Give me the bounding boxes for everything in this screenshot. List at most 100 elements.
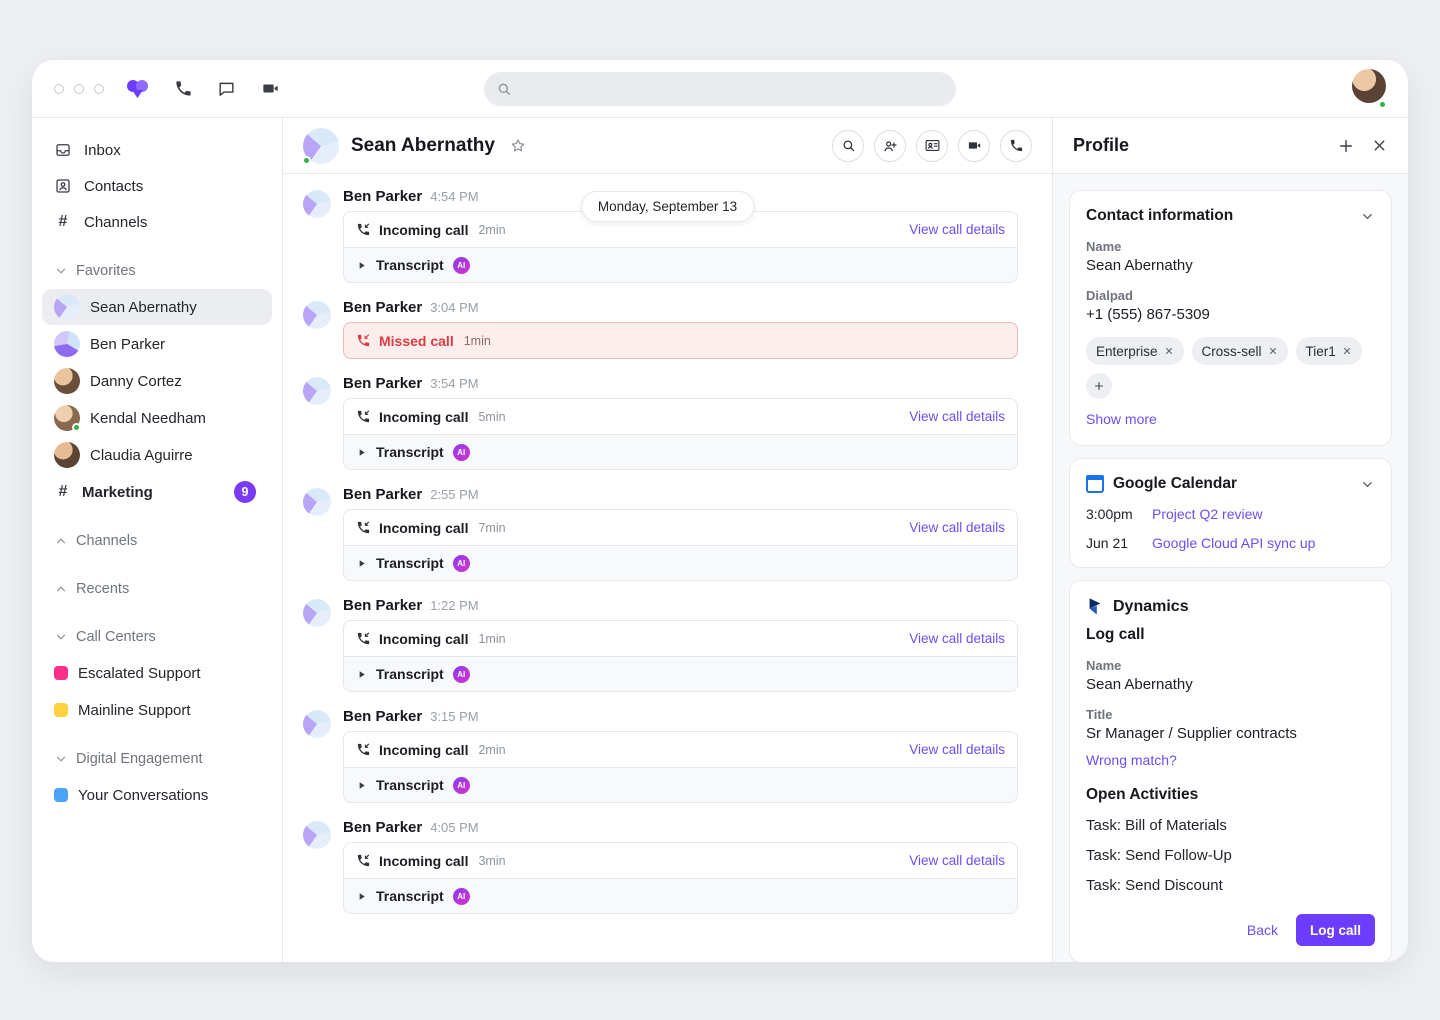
plus-icon [1337,137,1355,155]
incoming-call-icon [356,853,371,868]
tag: Tier1 [1296,337,1362,365]
favorite-label: Danny Cortez [90,373,182,390]
window-controls[interactable] [54,84,104,94]
favorite-label: Kendal Needham [90,410,206,427]
search-input[interactable] [520,81,944,97]
transcript-row[interactable]: Transcript AI [344,767,1017,802]
ai-icon: AI [453,777,470,794]
add-tag-button[interactable] [1086,373,1112,399]
view-call-details-link[interactable]: View call details [909,631,1005,646]
call-type: Incoming call [379,520,468,536]
sidebar-item-channels[interactable]: # Channels [32,204,282,240]
call-card: Incoming call 5min View call details Tra… [343,398,1018,470]
section-call-centers[interactable]: Call Centers [32,620,282,654]
user-avatar[interactable] [1352,69,1386,108]
back-link[interactable]: Back [1247,922,1278,938]
global-search[interactable] [484,72,956,106]
call-button[interactable] [1000,130,1032,162]
remove-tag-icon[interactable] [1342,346,1352,356]
google-calendar-card: Google Calendar 3:00pm Project Q2 review… [1069,458,1392,568]
avatar [54,368,80,394]
event-link[interactable]: Project Q2 review [1152,506,1262,522]
sidebar-item-contacts[interactable]: Contacts [32,168,282,204]
wrong-match-link[interactable]: Wrong match? [1086,752,1177,768]
favorite-star-icon[interactable] [509,137,527,155]
transcript-row[interactable]: Transcript AI [344,247,1017,282]
dynamics-name: Sean Abernathy [1086,676,1375,693]
window-dot[interactable] [54,84,64,94]
chat-icon[interactable] [217,79,236,98]
google-calendar-icon [1086,475,1104,493]
sidebar-item-marketing[interactable]: # Marketing 9 [42,474,272,510]
add-person-button[interactable] [874,130,906,162]
call-type: Incoming call [379,742,468,758]
sender-name: Ben Parker [343,188,422,205]
play-icon [356,447,367,458]
sidebar-item-ben-parker[interactable]: Ben Parker [42,326,272,362]
tag: Enterprise [1086,337,1184,365]
transcript-row[interactable]: Transcript AI [344,878,1017,913]
contact-card-button[interactable] [916,130,948,162]
view-call-details-link[interactable]: View call details [909,222,1005,237]
sidebar: Inbox Contacts # Channels Favorites Sean… [32,118,283,962]
sidebar-item-mainline-support[interactable]: Mainline Support [42,692,272,728]
section-digital-engagement[interactable]: Digital Engagement [32,742,282,776]
sidebar-item-kendal-needham[interactable]: Kendal Needham [42,400,272,436]
timestamp: 1:22 PM [430,598,478,613]
remove-tag-icon[interactable] [1268,346,1278,356]
view-call-details-link[interactable]: View call details [909,409,1005,424]
channel-color-swatch [54,788,68,802]
add-integration-button[interactable] [1337,137,1355,155]
avatar [303,190,331,218]
channel-color-swatch [54,703,68,717]
close-panel-button[interactable] [1371,137,1388,155]
contact-card-icon [924,137,941,154]
favorite-label: Sean Abernathy [90,299,197,316]
top-bar [32,60,1408,118]
chevron-down-icon [1360,477,1375,492]
sidebar-item-sean-abernathy[interactable]: Sean Abernathy [42,289,272,325]
call-card: Incoming call 7min View call details Tra… [343,509,1018,581]
collapse-card-button[interactable] [1360,477,1375,492]
search-in-conversation-button[interactable] [832,130,864,162]
avatar [303,128,339,164]
event-link[interactable]: Google Cloud API sync up [1152,535,1315,551]
presence-dot [302,156,311,165]
sidebar-item-escalated-support[interactable]: Escalated Support [42,655,272,691]
phone-icon[interactable] [174,79,193,98]
sidebar-item-your-conversations[interactable]: Your Conversations [42,777,272,813]
ai-icon: AI [453,666,470,683]
log-call-button[interactable]: Log call [1296,914,1375,946]
contacts-icon [54,177,72,195]
panel-title: Profile [1073,135,1129,156]
page-title: Sean Abernathy [351,135,495,157]
presence-dot [72,423,81,432]
window-dot[interactable] [94,84,104,94]
chevron-down-icon [54,752,68,766]
sidebar-item-inbox[interactable]: Inbox [32,132,282,168]
unread-badge: 9 [234,481,256,503]
video-icon[interactable] [260,79,281,98]
sidebar-item-claudia-aguirre[interactable]: Claudia Aguirre [42,437,272,473]
section-recents[interactable]: Recents [32,572,282,606]
view-call-details-link[interactable]: View call details [909,520,1005,535]
view-call-details-link[interactable]: View call details [909,742,1005,757]
calendar-event: 3:00pm Project Q2 review [1086,506,1375,522]
section-favorites[interactable]: Favorites [32,254,282,288]
transcript-row[interactable]: Transcript AI [344,434,1017,469]
section-channels[interactable]: Channels [32,524,282,558]
transcript-row[interactable]: Transcript AI [344,545,1017,580]
remove-tag-icon[interactable] [1164,346,1174,356]
collapse-card-button[interactable] [1360,209,1375,224]
ai-icon: AI [453,555,470,572]
sidebar-item-danny-cortez[interactable]: Danny Cortez [42,363,272,399]
video-call-button[interactable] [958,130,990,162]
transcript-row[interactable]: Transcript AI [344,656,1017,691]
sender-name: Ben Parker [343,375,422,392]
show-more-link[interactable]: Show more [1086,411,1157,427]
view-call-details-link[interactable]: View call details [909,853,1005,868]
message-list[interactable]: Monday, September 13 Ben Parker 4:54 PM … [283,174,1052,962]
window-dot[interactable] [74,84,84,94]
phone-icon [1009,138,1024,153]
incoming-call-icon [356,409,371,424]
